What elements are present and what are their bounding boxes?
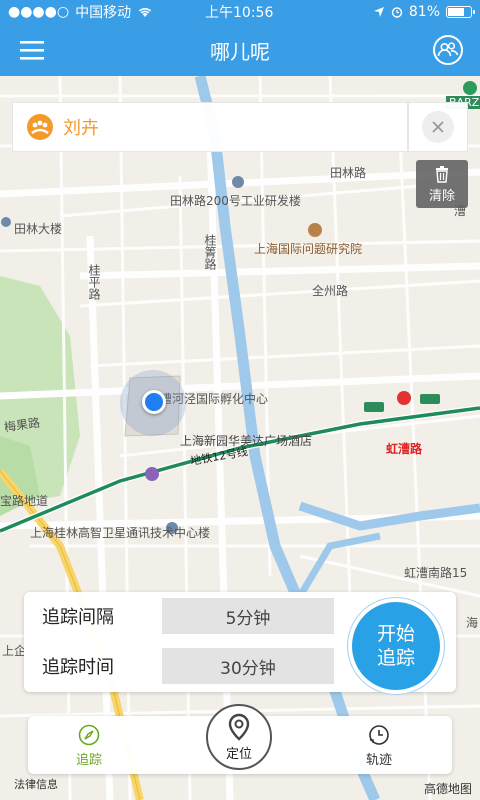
menu-icon	[20, 41, 44, 60]
clock: 上午10:56	[205, 5, 274, 21]
interval-row: 追踪间隔 5分钟	[42, 598, 334, 634]
location-arrow-icon	[373, 7, 384, 17]
duration-select[interactable]: 30分钟	[162, 648, 334, 684]
map-label-quanzhou-road: 全州路	[312, 284, 349, 298]
close-icon-wrapper	[422, 111, 454, 143]
signal-indicator: ●●●●○	[8, 4, 70, 20]
current-location-marker	[142, 390, 166, 414]
trash-icon	[436, 165, 448, 183]
map-pin-icon	[228, 713, 250, 741]
interval-select[interactable]: 5分钟	[162, 598, 334, 634]
alarm-icon	[391, 7, 403, 18]
start-tracking-label: 开始 追踪	[377, 622, 415, 670]
tab-trail-label: 轨迹	[365, 753, 392, 768]
map-label-guipu-road: 桂箐路	[203, 234, 217, 270]
tab-track[interactable]: 追踪	[54, 720, 124, 772]
users-icon	[433, 35, 463, 65]
start-tracking-button[interactable]: 开始 追踪	[348, 598, 444, 694]
map-label-tianlin-200: 田林路200号工业研发楼	[170, 194, 301, 208]
tab-trail[interactable]: 轨迹	[344, 720, 414, 772]
clear-button[interactable]: 清除	[416, 160, 468, 208]
start-label-line1: 开始	[376, 623, 415, 645]
start-label-line2: 追踪	[376, 647, 415, 669]
map-label-hai: 海	[466, 616, 479, 630]
page-title: 哪儿呢	[210, 39, 270, 64]
battery-icon	[446, 6, 475, 18]
map-label-hongcao-south: 虹漕南路15	[404, 566, 468, 580]
locate-button[interactable]: 定位	[206, 704, 272, 770]
contact-avatar-icon	[27, 114, 53, 140]
duration-row: 追踪时间 30分钟	[42, 648, 334, 684]
battery-percent: 81%	[408, 4, 440, 20]
map-provider-logo: 高德地图	[423, 782, 472, 796]
map-label-hongcao-station: 虹漕路	[386, 442, 423, 456]
close-icon	[432, 121, 444, 133]
wifi-icon	[139, 8, 152, 17]
contact-bar[interactable]: 刘卉	[12, 102, 408, 152]
contacts-button[interactable]	[430, 32, 466, 68]
compass-icon	[78, 724, 100, 746]
nav-bar: 哪儿呢	[0, 24, 480, 76]
close-contact-button[interactable]	[408, 102, 468, 152]
map-label-baolu: 宝路地道	[0, 494, 49, 508]
tab-track-label: 追踪	[75, 753, 102, 768]
map-label-shangqi: 上企	[2, 644, 27, 658]
clear-label: 清除	[428, 188, 455, 204]
duration-label: 追踪时间	[42, 657, 114, 678]
map-label-intl-institute: 上海国际问题研究院	[254, 242, 363, 256]
menu-button[interactable]	[14, 32, 50, 68]
history-clock-icon	[369, 725, 389, 745]
map-label-tianlin-tower: 田林大楼	[14, 222, 63, 236]
status-bar: ●●●●○ 中国移动 上午10:56 81%	[0, 0, 480, 24]
carrier-label: 中国移动	[75, 5, 132, 21]
map-label-guiping-road: 桂平路	[87, 264, 101, 300]
locate-label: 定位	[225, 746, 252, 762]
interval-label: 追踪间隔	[42, 607, 114, 628]
map-label-guilin-satellite: 上海桂林高智卫星通讯技术中心楼	[30, 526, 211, 540]
contact-name: 刘卉	[63, 118, 99, 139]
legal-info-link[interactable]: 法律信息	[14, 776, 58, 792]
map-label-tianlin-road: 田林路	[330, 166, 367, 180]
